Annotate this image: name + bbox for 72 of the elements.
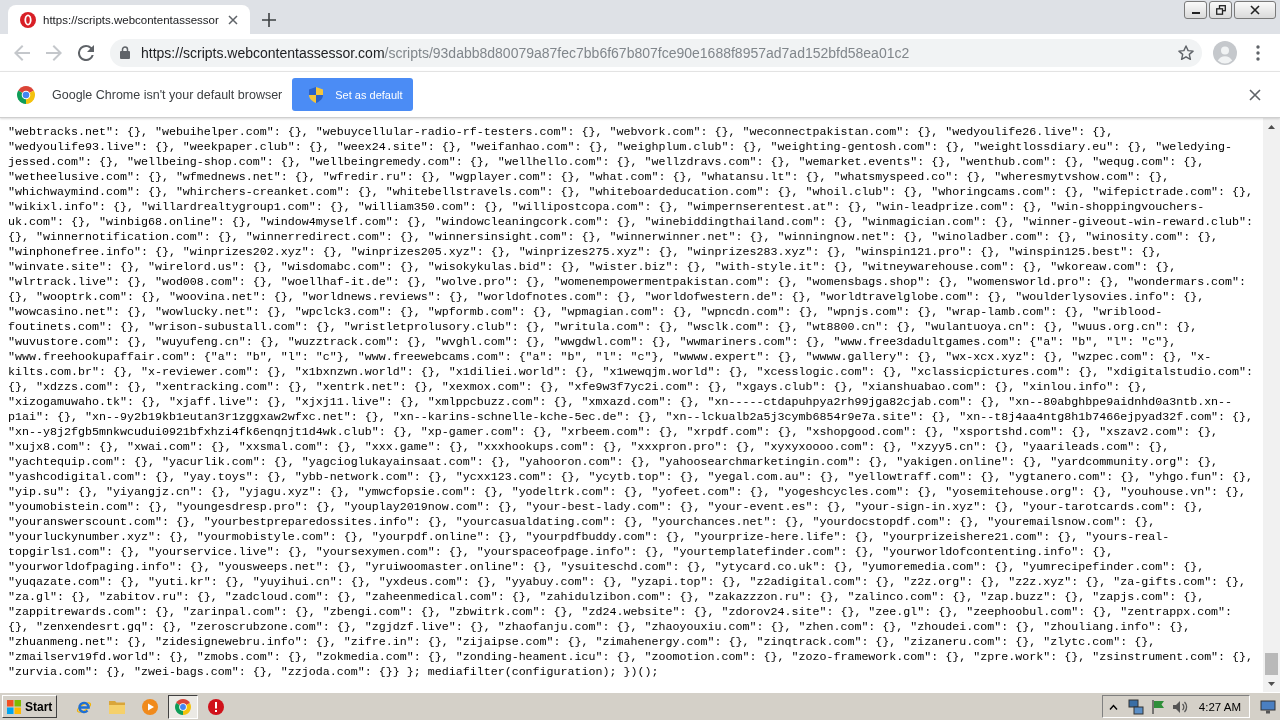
scrollbar[interactable] — [1263, 118, 1280, 692]
code-line: "wlrtrack.live": {}, "wod008.com": {}, "woellhaf-it.de": {}, "wolve.pro": {}, "womenempowermentpakistan.com": {}, "womensbags.shop": {}, "womensworld.pro": {}, "wondermars.com": — [8, 275, 1247, 290]
code-line: "whichwaymind.com": {}, "whirchers-creanket.com": {}, "whitebellstravels.com": {}, "whiteboardeducation.com": {}, "whoil.club": {}, "whoringcams.com": {}, "wifepictrade.com": {}, — [8, 185, 1254, 200]
code-line: "www.freehookupaffair.com": {"a": "b", "l": "c"}, "www.freewebcams.com": {"a": "b", "l": "c"}, "wwww.expert": {}, "wwww.gallery": {}, "wx-xcx.xyz": {}, "wzpec.com": {}, "x- — [8, 350, 1212, 365]
code-line: "wowcasino.net": {}, "wowlucky.net": {}, "wpclck3.com": {}, "wpformb.com": {}, "wpmagian.com": {}, "wpncdn.com": {}, "wpnjs.com": {}, "wrap-lamb.com": {}, "wriblood- — [8, 305, 1163, 320]
code-line: "zurvia.com": {}, "zwei-bags.com": {}, "zzjoda.com": {}} }; mediafilter(configuration); })(); — [8, 665, 659, 680]
code-line: "xujx8.com": {}, "xwai.com": {}, "xxsmal.com": {}, "xxx.game": {}, "xxxhookups.com": {}, "xxxpron.pro": {}, "xyxyxoooo.com": {}, "xzyy5.cn": {}, "yaarileads.com": {}, — [8, 440, 1170, 455]
code-line: "zhuanmeng.net": {}, "zidesignewebru.info": {}, "zifre.in": {}, "zijaipse.com": {}, "zimahenergy.com": {}, "zinqtrack.com": {}, "zizaneru.com": {}, "zlytc.com": {}, — [8, 635, 1156, 650]
code-line: "xizogamuwaho.tk": {}, "xjaff.live": {}, "xjxj11.live": {}, "xmlppcbuzz.com": {}, "xmxazd.com": {}, "xn-----ctdapuhpya2rh99jga82cjab.com": {}, "xn--80abghbpe9aidnhd0a3ntb.xn-- — [8, 395, 1233, 410]
code-line: "youranswerscount.com": {}, "yourbestpreparedossites.info": {}, "yourcasualdating.com": {}, "yourchances.net": {}, "yourdocstopdf.com": {}, "youremailsnow.com": {}, — [8, 515, 1156, 530]
play-icon — [142, 698, 159, 715]
close-icon — [1250, 5, 1260, 15]
code-line: "yourluckynumber.xyz": {}, "yourmobistyle.com": {}, "yourpdf.online": {}, "yourpdfbuddy.com": {}, "yourprize-here.life": {}, "yourprizeishere21.com": {}, "yours-real- — [8, 530, 1170, 545]
star-icon[interactable] — [1178, 44, 1194, 61]
browser-logo-icon — [17, 85, 35, 104]
code-line: "xn--y8j2fgb5mnkwcudui0921bfxhzi4fk6enqnjt1d4wk.club": {}, "xp-gamer.com": {}, "xrbeem.com": {}, "xrpdf.com": {}, "xshopgood.com": {}, "xsportshd.com": {}, "xszav2.com": {}, — [8, 425, 1219, 440]
folder-icon — [109, 698, 126, 715]
code-line: {}, "winnernotification.com": {}, "winnerredirect.com": {}, "winnersinsight.com": {}, "winnerwinner.net": {}, "winningnow.net": {}, "winoladber.com": {}, "winosity.com": {}, — [8, 230, 1219, 245]
flag-icon[interactable] — [1149, 698, 1166, 715]
alert-icon — [208, 698, 225, 715]
close-icon[interactable] — [228, 14, 238, 25]
code-line: "youmobistein.com": {}, "youngesdresp.pro": {}, "youplay2019now.com": {}, "your-best-lady.com": {}, "your-event.es": {}, "your-sign-in.xyz": {}, "your-tarotcards.com": {}, — [8, 500, 1205, 515]
code-line: "yashcodigital.com": {}, "yay.toys": {}, "ybb-network.com": {}, "ycxx123.com": {}, "ycytb.top": {}, "yegal.com.au": {}, "yellowtraff.com": {}, "ygtanero.com": {}, "yhgo.fun": {}, — [8, 470, 1254, 485]
code-line: "zappitrewards.com": {}, "zarinpal.com": {}, "zbengi.com": {}, "zbwitrk.com": {}, "zd24.website": {}, "zdorov24.site": {}, "zee.gl": {}, "zeephoobul.com": {}, "zentrappx.com": — [8, 605, 1233, 620]
shield-icon — [309, 86, 324, 103]
code-line: "winphonefree.info": {}, "winprizes202.xyz": {}, "winprizes205.xyz": {}, "winprizes275.xyz": {}, "winprizes283.xyz": {}, "winspin121.pro": {}, "winspin125.best": {}, — [8, 245, 1163, 260]
close-button[interactable] — [1234, 1, 1276, 19]
plus-icon[interactable] — [262, 12, 276, 27]
menu-icon[interactable] — [1256, 44, 1260, 61]
start-button[interactable]: Start — [2, 695, 58, 718]
code-line: {}, "zenxendesrt.gq": {}, "zeroscrubzone.com": {}, "zgjdzf.live": {}, "zhaofanju.com": {}, "zhaoyouxiu.com": {}, "zhen.com": {}, "zhoudei.com": {}, "zhouliang.info": {}, — [8, 620, 1191, 635]
notification-message: Google Chrome isn't your default browser — [52, 87, 283, 102]
code-line: "winvate.site": {}, "wirelord.us": {}, "wisdomabc.com": {}, "wisokykulas.bid": {}, "wister.biz": {}, "with-style.it": {}, "witneywarehouse.com": {}, "wkoreaw.com": {}, — [8, 260, 1177, 275]
code-line: "za.gl": {}, "zabitov.ru": {}, "zadcloud.com": {}, "zaheenmedical.com": {}, "zahidulzibon.com": {}, "zakazzzon.ru": {}, "zalinco.com": {}, "zap.buzz": {}, "zapjs.com": {}, — [8, 590, 1205, 605]
restore-button[interactable] — [1209, 1, 1232, 19]
code-line: "zmailserv19fd.world": {}, "zmobs.com": {}, "zokmedia.com": {}, "zonding-heament.icu": {}, "zoomotion.com": {}, "zozo-framework.com": {}, "zpre.work": {}, "zsinstrument.com": {}, — [8, 650, 1254, 665]
code-line: "wikixl.info": {}, "willardrealtygroup1.com": {}, "william350.com": {}, "willipostcopa.com": {}, "wimpernserentest.at": {}, "win-leadprize.com": {}, "win-shoppingvouchers- — [8, 200, 1205, 215]
minimize-button[interactable] — [1184, 1, 1207, 19]
reload-icon[interactable] — [78, 44, 94, 61]
code-line: p1ai": {}, "xn--9y2b19kb1eutan3r1zggxaw2wfxc.net": {}, "xn--karins-schnelle-kche-5ec.de": {}, "xn--lckualb2a5j3cymb6854r9e7a.site": {}, "xn--t8j4aa4ntg8h1b7466ejpyad32f.com": {}, — [8, 410, 1254, 425]
restore-icon — [1215, 5, 1226, 15]
code-line: {}, "xdzzs.com": {}, "xentracking.com": {}, "xentrk.net": {}, "xexmox.com": {}, "xfe9w3f7yc2i.com": {}, "xgays.club": {}, "xianshuabao.com": {}, "xinlou.info": {}, — [8, 380, 1149, 395]
scrollbar-thumb[interactable] — [1265, 653, 1278, 675]
code-line: "wedyoulife93.live": {}, "weekpaper.club": {}, "weex24.site": {}, "weifanhao.com": {}, "weighplum.club": {}, "weighting-gentosh.com": {}, "weightlossdiary.eu": {}, "weledying- — [8, 140, 1233, 155]
browser-tab[interactable]: https://scripts.webcontentassessor — [8, 5, 250, 34]
monitor-icon[interactable] — [1260, 699, 1276, 714]
ring-icon — [20, 11, 36, 28]
code-line: "yourworldofpaging.info": {}, "yousweeps.net": {}, "yruiwoomaster.online": {}, "ysuiteschd.com": {}, "ytycard.co.uk": {}, "yumoremedia.com": {}, "yumrecipefinder.com": {}, — [8, 560, 1205, 575]
close-icon[interactable] — [1249, 88, 1261, 101]
clock: 4:27 AM — [1198, 700, 1241, 713]
address-bar[interactable]: https://scripts.webcontentassessor.com/scripts/93dabb8d80079a87fec7bb6f67b807fce90e1688f8957ad7ad152bfd58ea01c2 — [110, 38, 1202, 67]
code-line: foutinets.com": {}, "wrison-subustall.com": {}, "wristletprolusory.club": {}, "writula.com": {}, "wsclk.com": {}, "wt8800.cn": {}, "wulantuoya.cn": {}, "wuus.org.cn": {}, — [8, 320, 1198, 335]
lock-icon — [120, 46, 130, 59]
code-line: "yachtequip.com": {}, "yacurlik.com": {}, "yagcioglukayainsaat.com": {}, "yahooron.com": {}, "yahoosearchmarketingin.com": {}, "yakigen.online": {}, "yardcommunity.org": {}, — [8, 455, 1219, 470]
code-line: "wetheelusive.com": {}, "wfmednews.net": {}, "wfredir.ru": {}, "wgplayer.com": {}, "what.com": {}, "whatansu.lt": {}, "whatsmyspeed.co": {}, "wheresmytvshow.com": {}, — [8, 170, 1170, 185]
code-line: "wuvustore.com": {}, "wuyufeng.cn": {}, "wuzztrack.com": {}, "wvghl.com": {}, "wwgdwl.com": {}, "wwmariners.com": {}, "www.free3dadultgames.com": {"a": "b", "l": "c"}, — [8, 335, 1177, 350]
code-line: kilts.com.br": {}, "x-reviewer.com": {}, "x1bxnzwn.world": {}, "x1diliei.world": {}, "x1wewqjm.world": {}, "xcesslogic.com": {}, "xclassicpictures.com": {}, "xdigitalstudio.com": — [8, 365, 1254, 380]
taskbar-button[interactable] — [168, 694, 199, 719]
up-arrow-icon[interactable] — [1268, 124, 1275, 129]
browser-logo-icon — [175, 698, 192, 715]
code-line: topgirls1.com": {}, "yourservice.live": {}, "yoursexymen.com": {}, "yourspaceofpage.info": {}, "yourtemplatefinder.com": {}, "yourworldofcontenting.info": {}, — [8, 545, 1114, 560]
code-line: "yuqazate.com": {}, "yuti.kr": {}, "yuyihui.cn": {}, "yxdeus.com": {}, "yyabuy.com": {}, "yzapi.top": {}, "z2adigital.com": {}, "z2z.org": {}, "z2z.xyz": {}, "za-gifts.com": {}, — [8, 575, 1247, 590]
minimize-icon — [1191, 12, 1200, 14]
code-line: jessed.com": {}, "wellbeing-shop.com": {}, "wellbeingremedy.com": {}, "wellhello.com": {}, "wellzdravs.com": {}, "wemarket.events": {}, "wenthub.com": {}, "wequg.com": {}, — [8, 155, 1205, 170]
network-icon[interactable] — [1127, 698, 1144, 715]
chevron-up-icon[interactable] — [1108, 703, 1118, 710]
code-line: "yip.su": {}, "yiyangjz.cn": {}, "yjagu.xyz": {}, "ymwcfopsie.com": {}, "yodeltrk.com": {}, "yofeet.com": {}, "yogeshcycles.com": {}, "yosemitehouse.org": {}, "youhouse.vn": {}, — [8, 485, 1247, 500]
start-logo-icon — [6, 698, 22, 715]
down-arrow-icon[interactable] — [1268, 681, 1275, 686]
code-line: uk.com": {}, "winbig68.online": {}, "window4myself.com": {}, "windowcleaningcork.com": {}, "winebiddingthailand.com": {}, "winmagician.com": {}, "winner-giveout-win-reward.club": — [8, 215, 1254, 230]
code-line: {}, "wooptrk.com": {}, "woovina.net": {}, "worldnews.reviews": {}, "worldofnotes.com": {}, "worldofwestern.de": {}, "worldtravelglobe.com": {}, "woulderlysovies.info": {}, — [8, 290, 1205, 305]
code-line: "webtracks.net": {}, "webuihelper.com": {}, "webuycellular-radio-rf-testers.com": {}, "webvork.com": {}, "weconnectpakistan.com": {}, "wedyoulife26.live": {}, — [8, 125, 1114, 140]
